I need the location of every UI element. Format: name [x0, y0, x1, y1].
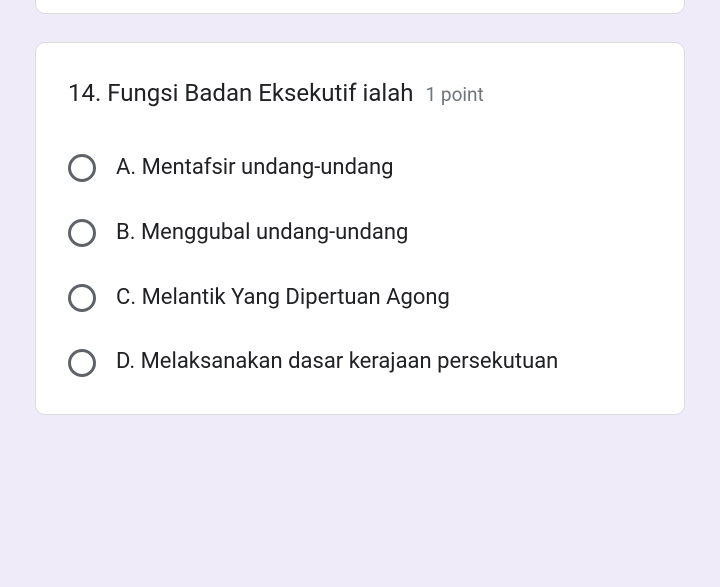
- radio-icon: [68, 349, 96, 377]
- question-title: 14. Fungsi Badan Eksekutif ialah: [68, 75, 414, 111]
- option-label: C. Melantik Yang Dipertuan Agong: [116, 283, 652, 314]
- radio-icon: [68, 154, 96, 182]
- option-d[interactable]: D. Melaksanakan dasar kerajaan persekutu…: [68, 347, 652, 378]
- question-header: 14. Fungsi Badan Eksekutif ialah 1 point: [68, 75, 652, 111]
- radio-icon: [68, 284, 96, 312]
- option-label: B. Menggubal undang-undang: [116, 218, 652, 249]
- question-points: 1 point: [426, 83, 484, 106]
- option-c[interactable]: C. Melantik Yang Dipertuan Agong: [68, 283, 652, 314]
- previous-card-edge: [35, 0, 685, 14]
- option-label: A. Mentafsir undang-undang: [116, 153, 652, 184]
- option-b[interactable]: B. Menggubal undang-undang: [68, 218, 652, 249]
- radio-icon: [68, 219, 96, 247]
- option-a[interactable]: A. Mentafsir undang-undang: [68, 153, 652, 184]
- options-group: A. Mentafsir undang-undang B. Menggubal …: [68, 153, 652, 378]
- question-card: 14. Fungsi Badan Eksekutif ialah 1 point…: [35, 42, 685, 415]
- option-label: D. Melaksanakan dasar kerajaan persekutu…: [116, 347, 652, 378]
